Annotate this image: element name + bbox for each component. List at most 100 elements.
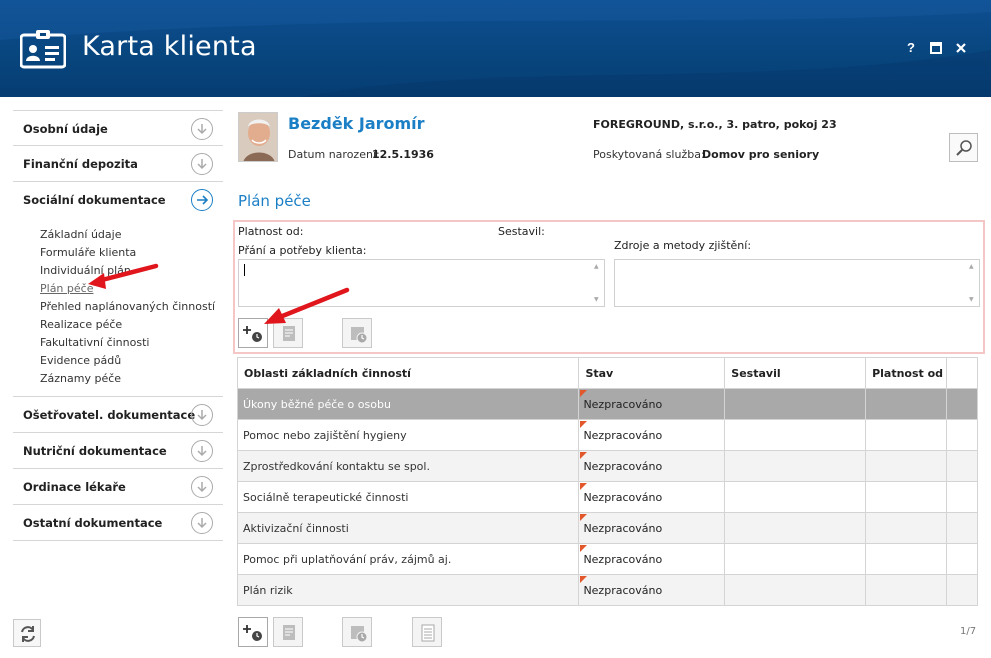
spacer-cell: [946, 419, 978, 451]
history-button-bottom[interactable]: [342, 617, 372, 647]
dob-label: Datum narození:: [288, 148, 380, 161]
refresh-icon: [21, 626, 35, 642]
status-cell: Nezpracováno: [578, 450, 726, 482]
spacer-cell: [946, 543, 978, 575]
page-indicator: 1/7: [960, 626, 977, 637]
calendar-clock-icon: [351, 626, 368, 643]
window-title: Karta klienta: [82, 31, 257, 62]
status-cell: Nezpracováno: [578, 574, 726, 606]
column-header[interactable]: Platnost od: [865, 357, 948, 389]
client-address: FOREGROUND, s.r.o., 3. patro, pokoj 23: [593, 118, 837, 131]
status-flag-icon: [580, 514, 588, 521]
sidebar-section-other[interactable]: Ostatní dokumentace: [13, 505, 223, 541]
status-flag-icon: [580, 576, 588, 583]
table-row[interactable]: Aktivizační činnosti Nezpracováno: [236, 512, 978, 544]
author-cell: [724, 419, 867, 451]
status-flag-icon: [580, 545, 588, 552]
area-cell: Aktivizační činnosti: [236, 512, 580, 544]
sidebar-item-optional-activities[interactable]: Fakultativní činnosti: [13, 334, 223, 352]
textarea-scrollbar[interactable]: ▲ ▼: [965, 260, 979, 306]
spacer-cell: [946, 388, 978, 420]
refresh-button[interactable]: [13, 619, 41, 647]
table-row[interactable]: Pomoc při uplatňování práv, zájmů aj. Ne…: [236, 543, 978, 575]
valid-from-cell: [865, 512, 948, 544]
table-row[interactable]: Sociálně terapeutické činnosti Nezpracov…: [236, 481, 978, 513]
page-title: Plán péče: [238, 192, 311, 210]
sidebar-item-basic-data[interactable]: Základní údaje: [13, 226, 223, 244]
close-button[interactable]: [954, 41, 968, 55]
client-name: Bezděk Jaromír: [288, 114, 425, 133]
textarea-scrollbar[interactable]: ▲ ▼: [590, 260, 604, 306]
status-flag-icon: [580, 483, 588, 490]
search-button[interactable]: [949, 133, 978, 162]
valid-from-cell: [865, 481, 948, 513]
client-photo: [238, 112, 278, 162]
table-row[interactable]: Úkony běžné péče o osobu Nezpracováno: [236, 388, 978, 420]
sidebar-item-care-records[interactable]: Záznamy péče: [13, 370, 223, 388]
sidebar-item-planned-activities[interactable]: Přehled naplánovaných činností: [13, 298, 223, 316]
sidebar: Osobní údaje Finanční depozita Sociální …: [13, 110, 223, 541]
area-cell: Plán rizik: [236, 574, 580, 606]
client-card-icon: [20, 30, 66, 69]
valid-from-cell: [865, 543, 948, 575]
sidebar-section-nutrition[interactable]: Nutriční dokumentace: [13, 433, 223, 469]
close-icon: [956, 43, 966, 53]
author-cell: [724, 543, 867, 575]
chevron-down-circle-icon[interactable]: [191, 476, 213, 498]
valid-from-label: Platnost od:: [238, 225, 304, 238]
area-cell: Zprostředkování kontaktu se spol.: [236, 450, 580, 482]
status-text: Nezpracováno: [583, 490, 663, 504]
valid-from-cell: [865, 419, 948, 451]
column-header-spacer: [946, 357, 978, 389]
edit-button-bottom[interactable]: [273, 617, 303, 647]
status-flag-icon: [580, 452, 588, 459]
sidebar-section-label: Sociální dokumentace: [23, 193, 166, 207]
column-header[interactable]: Stav: [578, 357, 726, 389]
chevron-down-circle-icon[interactable]: [191, 118, 213, 140]
author-cell: [724, 450, 867, 482]
help-button[interactable]: ?: [904, 41, 918, 55]
chevron-down-circle-icon[interactable]: [191, 440, 213, 462]
sidebar-sub-list: Základní údaje Formuláře klienta Individ…: [13, 218, 223, 397]
print-button-bottom[interactable]: [412, 617, 442, 647]
created-by-label: Sestavil:: [498, 225, 545, 238]
magnifier-icon: [956, 140, 972, 156]
service-label: Poskytovaná služba:: [593, 148, 705, 161]
chevron-down-circle-icon[interactable]: [191, 153, 213, 175]
maximize-button[interactable]: [929, 41, 943, 55]
sidebar-section-label: Nutriční dokumentace: [23, 444, 167, 458]
chevron-down-circle-icon[interactable]: [191, 404, 213, 426]
status-cell: Nezpracováno: [578, 388, 726, 420]
column-header[interactable]: Oblasti základních činností: [236, 357, 580, 389]
sidebar-section-deposits[interactable]: Finanční depozita: [13, 146, 223, 182]
sidebar-section-personal[interactable]: Osobní údaje: [13, 110, 223, 146]
sidebar-section-nursing[interactable]: Ošetřovatel. dokumentace: [13, 397, 223, 433]
sidebar-section-label: Ostatní dokumentace: [23, 516, 163, 530]
area-cell: Sociálně terapeutické činnosti: [236, 481, 580, 513]
sources-textarea[interactable]: ▲ ▼: [614, 259, 980, 307]
chevron-down-circle-icon[interactable]: [191, 512, 213, 534]
arrow-right-circle-icon[interactable]: [191, 189, 213, 211]
table-row[interactable]: Pomoc nebo zajištění hygieny Nezpracován…: [236, 419, 978, 451]
sidebar-section-label: Osobní údaje: [23, 122, 108, 136]
area-cell: Pomoc při uplatňování práv, zájmů aj.: [236, 543, 580, 575]
status-text: Nezpracováno: [583, 583, 663, 597]
column-header[interactable]: Sestavil: [724, 357, 867, 389]
area-cell: Pomoc nebo zajištění hygieny: [236, 419, 580, 451]
table-row[interactable]: Zprostředkování kontaktu se spol. Nezpra…: [236, 450, 978, 482]
sheet-icon: [421, 624, 435, 642]
sidebar-section-social[interactable]: Sociální dokumentace: [13, 182, 223, 218]
table-header-row: Oblasti základních činností Stav Sestavi…: [236, 357, 978, 389]
sidebar-item-care-realization[interactable]: Realizace péče: [13, 316, 223, 334]
maximize-icon: [930, 42, 942, 54]
add-button-bottom[interactable]: [238, 617, 268, 647]
sidebar-section-doctor[interactable]: Ordinace lékaře: [13, 469, 223, 505]
status-text: Nezpracováno: [583, 459, 663, 473]
status-cell: Nezpracováno: [578, 543, 726, 575]
sidebar-item-falls-record[interactable]: Evidence pádů: [13, 352, 223, 370]
table-row[interactable]: Plán rizik Nezpracováno: [236, 574, 978, 606]
document-icon: [283, 625, 295, 640]
dob-value: 12.5.1936: [372, 148, 434, 161]
annotation-arrow-icon: [264, 287, 350, 324]
valid-from-cell: [865, 574, 948, 606]
